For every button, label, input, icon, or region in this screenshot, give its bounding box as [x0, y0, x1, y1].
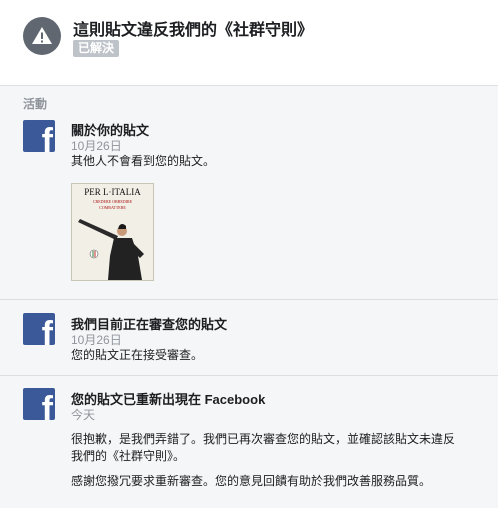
- facebook-logo-icon: f: [23, 388, 55, 420]
- facebook-logo-icon: f: [23, 313, 55, 345]
- activity-item-text: 感謝您撥冗要求重新審查。您的意見回饋有助於我們改善服務品質。: [71, 474, 432, 488]
- violation-title: 這則貼文違反我們的《社群守則》: [73, 22, 314, 39]
- facebook-logo-icon: f: [23, 120, 55, 152]
- item-divider: [0, 375, 498, 376]
- decision-header: 這則貼文違反我們的《社群守則》 已解決: [0, 0, 498, 86]
- activity-item-text: 其他人不會看到您的貼文。: [71, 154, 216, 168]
- activity-item-date: 10月26日: [71, 139, 122, 153]
- warning-icon: [23, 17, 61, 55]
- status-badge: 已解決: [73, 40, 120, 57]
- poster-figure-image: [78, 219, 144, 280]
- activity-item-text: 很抱歉，是我們弄錯了。我們已再次審查您的貼文，並確認該貼文未違反我們的《社群守則…: [71, 432, 456, 463]
- activity-item-date: 10月26日: [71, 333, 122, 347]
- activity-item-date: 今天: [71, 408, 96, 422]
- section-label: 活動: [23, 97, 48, 111]
- activity-section: 活動 f 關於你的貼文 10月26日 其他人不會看到您的貼文。 PER L·IT…: [0, 86, 498, 508]
- item-divider: [0, 299, 498, 300]
- post-thumbnail[interactable]: PER L·ITALIA CREDERE OBBEDIRE COMBATTERE: [71, 183, 154, 281]
- activity-item-title: 您的貼文已重新出現在 Facebook: [71, 392, 266, 407]
- activity-item-text: 您的貼文正在接受審查。: [71, 348, 204, 362]
